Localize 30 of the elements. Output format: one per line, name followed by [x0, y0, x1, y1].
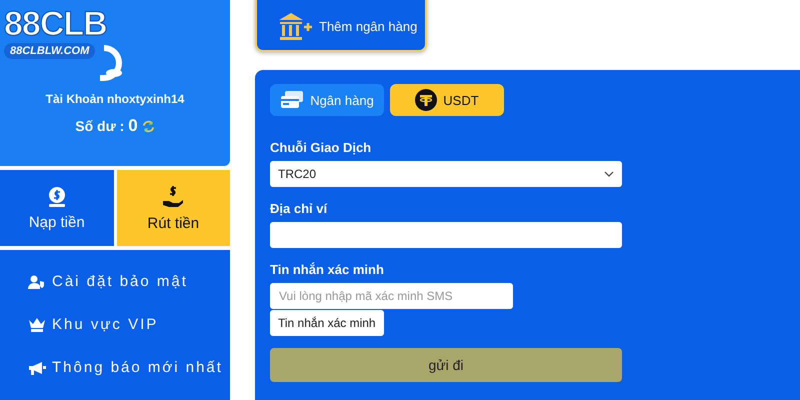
user-shield-icon [28, 274, 46, 288]
menu-item[interactable]: Khu vực VIP [28, 303, 230, 346]
menu-item[interactable]: Thông báo mới nhất [28, 346, 230, 389]
logo-text: 88CLB [4, 6, 107, 42]
crown-icon [28, 316, 46, 332]
field-label: Chuỗi Giao Dịch [270, 140, 372, 155]
hand-coin-icon [161, 184, 186, 208]
bank-plus-icon [277, 11, 313, 41]
balance-value: 0 [128, 116, 138, 136]
bank-tab[interactable]: Ngân hàng [270, 84, 384, 116]
tether-icon [415, 89, 438, 111]
deposit-tab[interactable]: Nạp tiền [0, 170, 114, 246]
refresh-icon[interactable] [142, 120, 155, 132]
logo-domain: 88CLBLW.COM [4, 43, 96, 59]
wallet-address-field[interactable] [270, 222, 622, 248]
chain-select[interactable]: TRC20 [270, 161, 622, 187]
usdt-tab[interactable]: USDT [390, 84, 504, 116]
withdraw-tab[interactable]: Rút tiền [116, 170, 230, 246]
cards-icon [280, 90, 304, 110]
balance-label: Số dư : [75, 118, 124, 134]
account-name: Tài Khoản nhoxtyxinh14 [46, 92, 184, 106]
submit-button[interactable]: gửi đi [270, 348, 622, 382]
megaphone-icon [28, 360, 46, 374]
field-label: Tin nhắn xác minh [270, 262, 385, 277]
menu-item[interactable]: Cài đặt bảo mật [28, 260, 230, 303]
sms-code-field[interactable]: Vui lòng nhập mã xác minh SMS [270, 283, 513, 309]
field-label: Địa chỉ ví [270, 201, 328, 216]
sms-button[interactable]: Tin nhắn xác minh [270, 310, 384, 336]
chevron-down-icon [604, 171, 614, 177]
add-bank-button[interactable]: Thêm ngân hàng [255, 0, 427, 52]
